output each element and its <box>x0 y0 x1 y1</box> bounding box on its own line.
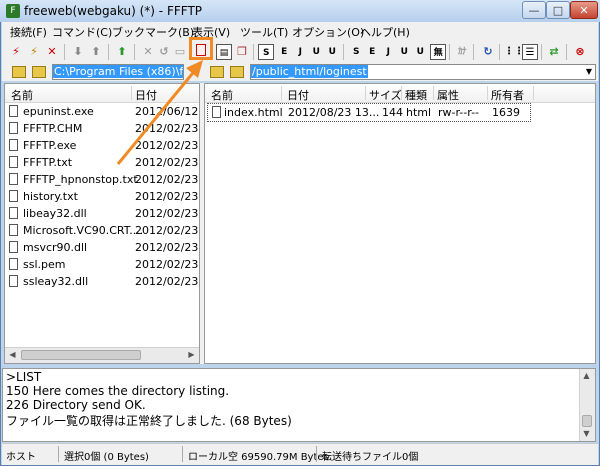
annotation-arrow <box>116 60 203 165</box>
